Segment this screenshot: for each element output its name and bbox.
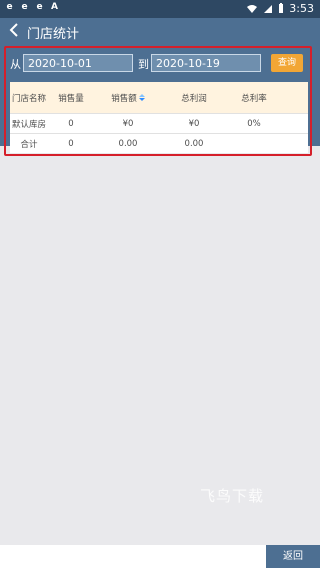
status-bar: e e e A 3:53 <box>0 0 320 18</box>
signal-icon <box>264 4 273 13</box>
return-button[interactable]: 返回 <box>266 545 320 568</box>
watermark: 飞鸟下载 <box>200 487 265 505</box>
app-bar: 门店统计 <box>0 18 320 44</box>
wifi-icon <box>247 4 258 13</box>
status-time: 3:53 <box>289 2 314 15</box>
notification-icon-1: e <box>6 2 13 12</box>
page-title: 门店统计 <box>27 27 80 42</box>
status-right: 3:53 <box>246 2 314 15</box>
battery-icon <box>279 3 284 13</box>
notification-icon-4: A <box>51 2 58 12</box>
notification-icon-2: e <box>21 2 28 12</box>
bottom-bar: 返回 <box>0 545 320 568</box>
back-arrow-icon[interactable] <box>6 21 24 39</box>
highlight-box <box>4 46 312 156</box>
notification-icon-3: e <box>36 2 43 12</box>
status-left-icons: e e e A <box>4 2 60 13</box>
